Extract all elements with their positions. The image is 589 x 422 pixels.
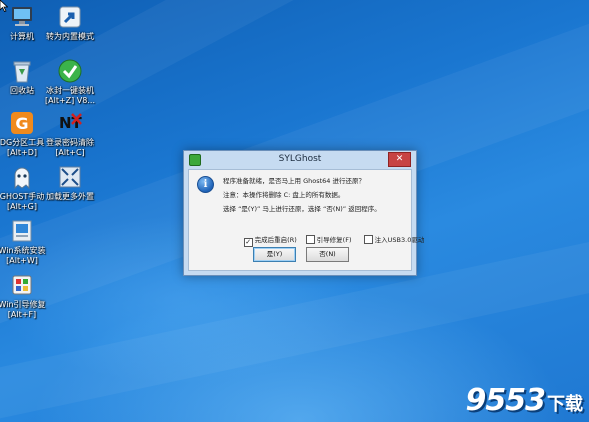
desktop-background: 计算机 转为内置模式 回收站 冰封一键装机 [Alt+Z] V8... G DG… xyxy=(0,0,589,422)
desktop-icon-load-more[interactable]: 加载更多外置 xyxy=(40,164,100,202)
checkbox-checked-icon[interactable]: ✓ xyxy=(243,238,253,247)
desktop-icon-label: 加载更多外置 xyxy=(46,192,94,201)
message-line-1: 程序准备就绪，是否马上用 Ghost64 进行还原？ xyxy=(223,177,365,185)
win-install-icon xyxy=(9,218,35,244)
desktop-icon-label: 登录密码清除 [Alt+C] xyxy=(46,138,94,157)
password-clear-icon: NT xyxy=(57,110,83,136)
close-button[interactable]: ✕ xyxy=(388,152,411,167)
dg-partition-icon: G xyxy=(9,110,35,136)
desktop-icon-label: 冰封一键装机 [Alt+Z] V8... xyxy=(45,86,95,105)
watermark: 9553 下载 xyxy=(466,383,584,418)
yes-button[interactable]: 是(Y) xyxy=(253,247,296,262)
computer-icon xyxy=(9,4,35,30)
desktop-icon-label: Win引导修复 [Alt+F] xyxy=(0,300,46,319)
desktop-icon-switch-mode[interactable]: 转为内置模式 xyxy=(40,4,100,42)
desktop-icon-label: 转为内置模式 xyxy=(46,32,94,41)
dialog-body: i 程序准备就绪，是否马上用 Ghost64 进行还原？ 注意：本操作将删除 C… xyxy=(188,169,424,271)
message-line-2: 注意：本操作将删除 C: 盘上的所有数据。 xyxy=(223,191,345,199)
shortcut-arrow-icon xyxy=(57,4,83,30)
recycle-bin-icon xyxy=(9,58,35,84)
desktop-icon-win-install[interactable]: Win系统安装 [Alt+W] xyxy=(0,218,52,266)
dialog-title: SYLGhost xyxy=(278,154,322,164)
one-key-install-icon xyxy=(57,58,83,84)
svg-text:G: G xyxy=(15,114,28,133)
message-line-3: 选择 “是(Y)” 马上进行还原，选择 “否(N)” 返回程序。 xyxy=(223,205,381,213)
ghost-icon xyxy=(9,164,35,190)
boot-repair-icon xyxy=(9,272,35,298)
info-icon: i xyxy=(197,176,214,193)
checkbox-label: 注入USB3.0驱动 xyxy=(374,236,425,244)
usb3-driver-checkbox[interactable]: 注入USB3.0驱动 xyxy=(343,226,424,252)
desktop-icon-one-key-install[interactable]: 冰封一键装机 [Alt+Z] V8... xyxy=(40,58,100,106)
sylghost-dialog: SYLGhost ✕ i 程序准备就绪，是否马上用 Ghost64 进行还原？ … xyxy=(183,150,424,276)
desktop-icon-password-clear[interactable]: NT 登录密码清除 [Alt+C] xyxy=(40,110,100,158)
checkbox-unchecked-icon[interactable] xyxy=(363,235,373,244)
expand-arrows-icon xyxy=(57,164,83,190)
dialog-titlebar[interactable]: SYLGhost ✕ xyxy=(184,151,416,169)
watermark-digits: 9553 xyxy=(465,383,546,418)
desktop-icon-label: Win系统安装 [Alt+W] xyxy=(0,246,46,265)
no-button[interactable]: 否(N) xyxy=(306,247,349,262)
watermark-text: 下载 xyxy=(547,394,583,415)
desktop-icon-win-boot-repair[interactable]: Win引导修复 [Alt+F] xyxy=(0,272,52,320)
checkbox-unchecked-icon[interactable] xyxy=(305,235,315,244)
